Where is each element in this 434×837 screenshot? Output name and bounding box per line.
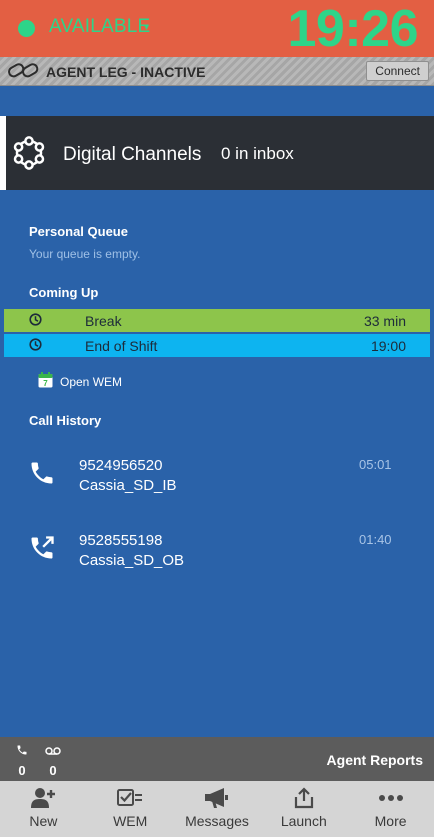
call-history-item[interactable]: 9528555198 Cassia_SD_OB 01:40 — [0, 532, 434, 582]
call-duration: 05:01 — [359, 457, 392, 472]
connect-button[interactable]: Connect — [366, 61, 429, 81]
status-indicator — [18, 20, 35, 37]
call-queue-name: Cassia_SD_IB — [79, 477, 177, 494]
call-duration: 01:40 — [359, 532, 392, 547]
end-of-shift-label: End of Shift — [85, 338, 158, 354]
end-of-shift-time: 19:00 — [370, 338, 406, 354]
break-time: 33 min — [363, 313, 406, 329]
phone-icon — [28, 459, 56, 492]
digital-channels-panel[interactable]: Digital Channels 0 in inbox — [0, 116, 434, 190]
voicemail-icon — [45, 743, 61, 760]
agent-leg-status: AGENT LEG - INACTIVE — [46, 64, 206, 80]
link-broken-icon — [8, 63, 40, 84]
add-user-icon — [30, 787, 56, 814]
coming-up-heading: Coming Up — [29, 285, 99, 300]
queue-empty-text: Your queue is empty. — [29, 247, 141, 261]
phone-icon — [16, 743, 28, 760]
agent-reports-link[interactable]: Agent Reports — [327, 752, 423, 768]
status-dropdown[interactable]: AVAILABLE — [49, 16, 150, 38]
more-icon — [378, 787, 404, 814]
clock-icon — [29, 313, 42, 329]
share-icon — [293, 787, 315, 814]
nav-more-label: More — [374, 813, 407, 829]
nav-launch[interactable]: Launch — [260, 781, 347, 837]
voicemail-counter[interactable]: 0 — [43, 743, 63, 778]
calendar-icon: 7 — [38, 372, 53, 393]
call-number: 9524956520 — [79, 457, 163, 474]
call-queue-name: Cassia_SD_OB — [79, 552, 185, 569]
call-history-heading: Call History — [29, 413, 102, 428]
break-label: Break — [85, 313, 122, 329]
digital-channels-title: Digital Channels — [63, 144, 202, 165]
nav-messages[interactable]: Messages — [174, 781, 261, 837]
phone-outgoing-icon — [28, 534, 56, 567]
voicemail-count: 0 — [49, 763, 57, 778]
call-history-item[interactable]: 9524956520 Cassia_SD_IB 05:01 — [0, 457, 434, 507]
checklist-icon — [117, 787, 143, 814]
open-wem-label: Open WEM — [60, 375, 123, 389]
coming-up-break: Break 33 min — [4, 309, 430, 332]
inbox-count: 0 in inbox — [221, 144, 294, 163]
nav-wem-label: WEM — [113, 813, 148, 829]
svg-text:7: 7 — [43, 379, 48, 388]
call-number: 9528555198 — [79, 532, 163, 549]
stats-bar: 0 0 Agent Reports — [0, 737, 434, 781]
chevron-down-icon[interactable]: ▾ — [144, 22, 149, 33]
bottom-nav: New WEM Messages Launch More — [0, 781, 434, 837]
calls-count: 0 — [18, 763, 26, 778]
nav-launch-label: Launch — [280, 813, 327, 829]
megaphone-icon — [204, 787, 230, 814]
status-bar: AVAILABLE ▾ 19:26 — [0, 0, 434, 58]
calls-counter[interactable]: 0 — [12, 743, 32, 778]
nav-new[interactable]: New — [0, 781, 87, 837]
nav-messages-label: Messages — [185, 813, 249, 829]
personal-queue-heading: Personal Queue — [29, 224, 128, 239]
network-icon — [11, 135, 47, 176]
nav-wem[interactable]: WEM — [87, 781, 174, 837]
nav-new-label: New — [29, 813, 58, 829]
clock-icon — [29, 338, 42, 354]
clock: 19:26 — [287, 0, 419, 58]
coming-up-end-of-shift: End of Shift 19:00 — [4, 334, 430, 357]
agent-leg-bar: AGENT LEG - INACTIVE Connect — [0, 57, 434, 86]
nav-more[interactable]: More — [347, 781, 434, 837]
